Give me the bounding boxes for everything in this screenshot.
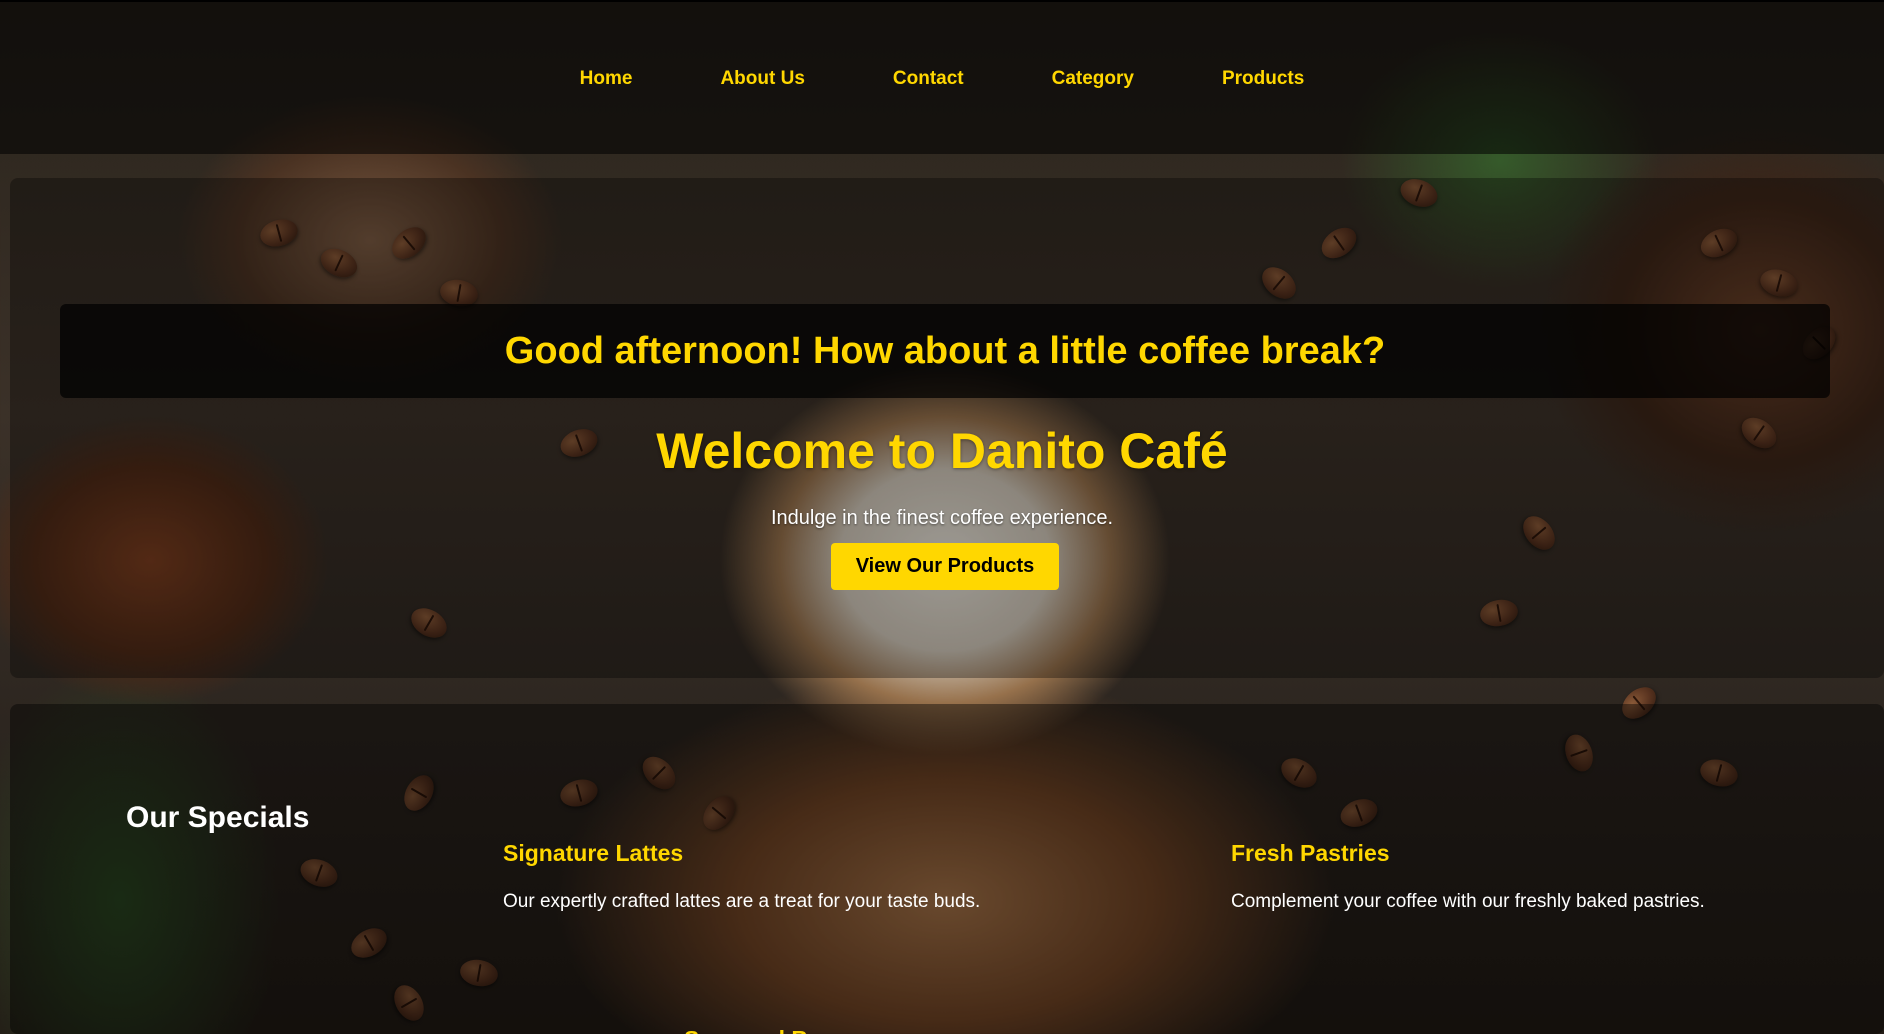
special-description: Our expertly crafted lattes are a treat …: [503, 891, 981, 912]
nav-about-us[interactable]: About Us: [720, 68, 804, 90]
site-header: Home About Us Contact Category Products: [0, 0, 1884, 154]
view-products-button[interactable]: View Our Products: [831, 543, 1059, 590]
nav-products[interactable]: Products: [1222, 68, 1304, 90]
greeting-text: Good afternoon! How about a little coffe…: [504, 329, 1386, 372]
hero-tagline: Indulge in the finest coffee experience.: [770, 507, 1114, 529]
nav-home[interactable]: Home: [580, 68, 633, 90]
special-description: Complement your coffee with our freshly …: [1231, 891, 1705, 912]
main-nav: Home About Us Contact Category Products: [0, 68, 1884, 90]
special-card-fresh-pastries: Fresh Pastries Complement your coffee wi…: [1231, 840, 1705, 913]
special-title: Signature Lattes: [503, 840, 684, 866]
nav-contact[interactable]: Contact: [893, 68, 964, 90]
hero-title: Welcome to Danito Café: [656, 423, 1228, 479]
special-title: Fresh Pastries: [1231, 840, 1390, 866]
special-card-seasonal-title: Seasonal B: [684, 1026, 808, 1034]
specials-title: Our Specials: [126, 801, 310, 834]
special-card-signature-lattes: Signature Lattes Our expertly crafted la…: [503, 840, 980, 913]
greeting-banner: Good afternoon! How about a little coffe…: [60, 304, 1830, 398]
nav-category[interactable]: Category: [1052, 68, 1134, 90]
